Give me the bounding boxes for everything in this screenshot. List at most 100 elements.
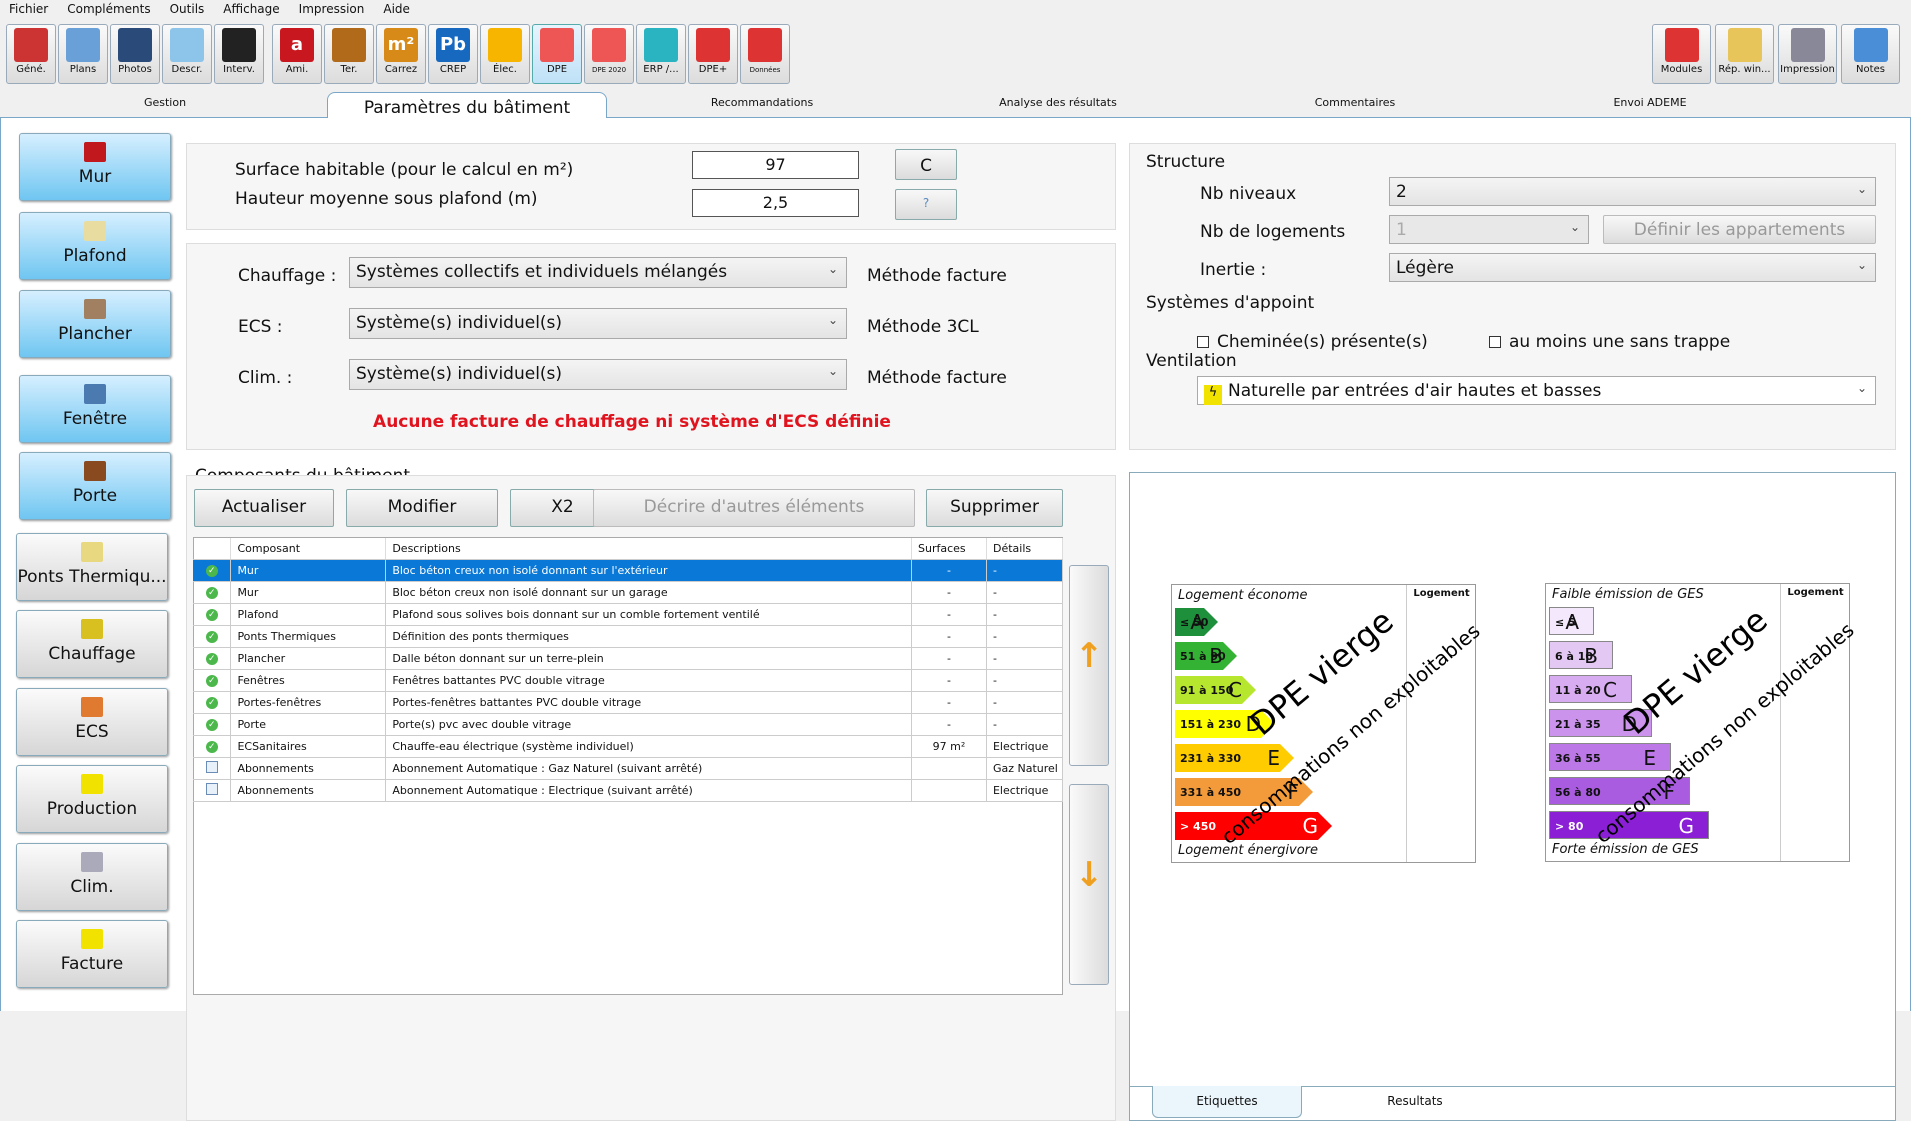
composants-table: Composant Descriptions Surfaces Détails ✓ Mu… — [193, 538, 1064, 802]
notes-icon — [1853, 28, 1888, 62]
cheminee-checkbox[interactable]: Cheminée(s) présente(s) — [1197, 332, 1428, 352]
toolbar-button-9[interactable]: Élec. — [480, 24, 530, 84]
sidebar-label: Chauffage — [48, 644, 136, 664]
toolbar-button-8[interactable]: Pb CREP — [428, 24, 478, 84]
surface-cell: - — [911, 713, 987, 736]
checkbox[interactable] — [1197, 336, 1209, 348]
toolbar-button-13[interactable]: DPE+ — [688, 24, 738, 84]
sidebar-item-1[interactable]: Plafond — [19, 212, 171, 280]
calc-button[interactable]: C — [895, 149, 957, 180]
toolbar-button-4[interactable]: Interv. — [214, 24, 264, 84]
surface-input[interactable]: 97 — [692, 151, 859, 179]
column-header[interactable]: Surfaces — [911, 538, 987, 560]
toolbar-button-12[interactable]: ERP /... — [636, 24, 686, 84]
termite-icon — [332, 28, 366, 62]
sidebar-item-5[interactable]: Ponts Thermiqu... — [16, 533, 168, 601]
sidebar-label: Plancher — [58, 324, 132, 344]
inertie-select[interactable]: Légère ⌄ — [1389, 253, 1876, 282]
table-row[interactable]: Abonnements Abonnement Automatique : Gaz … — [193, 757, 1064, 780]
tab-resultats[interactable]: Resultats — [1330, 1094, 1500, 1108]
hauteur-input[interactable]: 2,5 — [692, 189, 859, 217]
menu-1[interactable]: Compléments — [58, 0, 160, 20]
move-down-button[interactable]: ↓ — [1069, 784, 1109, 985]
menu-3[interactable]: Affichage — [214, 0, 289, 20]
class-letter: G — [1302, 814, 1318, 838]
tab-etiquettes[interactable]: Etiquettes — [1152, 1086, 1302, 1118]
toolbar-button-7[interactable]: m² Carrez — [376, 24, 426, 84]
sidebar-item-9[interactable]: Clim. — [16, 843, 168, 911]
sidebar-item-4[interactable]: Porte — [19, 452, 171, 520]
tab-3[interactable]: Analyse des résultats — [958, 96, 1158, 109]
class-letter: C — [1228, 678, 1242, 702]
composants-button-1[interactable]: Modifier — [346, 489, 498, 527]
toolbar-right-button-2[interactable]: Impression — [1778, 24, 1837, 84]
checkbox[interactable] — [1489, 336, 1501, 348]
sidebar-item-6[interactable]: Chauffage — [16, 610, 168, 678]
ventilation-select[interactable]: ϟ Naturelle par entrées d'air hautes et b… — [1197, 376, 1876, 405]
nb-niveaux-select[interactable]: 2 ⌄ — [1389, 177, 1876, 206]
column-header[interactable]: Descriptions — [385, 538, 913, 560]
toolbar-button-1[interactable]: Plans — [58, 24, 108, 84]
table-row[interactable]: ✓ ECSanitaires Chauffe-eau électrique (sys… — [193, 735, 1064, 758]
define-apartments-button[interactable]: Définir les appartements — [1603, 215, 1876, 244]
toolbar-button-5[interactable]: a Ami. — [272, 24, 322, 84]
toolbar-button-10[interactable]: DPE — [532, 24, 582, 84]
composant-cell: Abonnements — [230, 757, 387, 780]
tab-1[interactable]: Paramètres du bâtiment — [327, 92, 607, 119]
toolbar-right-button-1[interactable]: Rép. win... — [1715, 24, 1774, 84]
menu-4[interactable]: Impression — [290, 0, 375, 20]
tab-2[interactable]: Recommandations — [662, 96, 862, 109]
composants-button-3[interactable]: Décrire d'autres éléments — [593, 489, 915, 527]
sidebar-item-10[interactable]: Facture — [16, 920, 168, 988]
class-letter: E — [1643, 746, 1656, 770]
sidebar-item-0[interactable]: Mur — [19, 133, 171, 201]
toolbar-right-button-3[interactable]: Notes — [1841, 24, 1900, 84]
menu-2[interactable]: Outils — [161, 0, 215, 20]
sidebar-item-7[interactable]: ECS — [16, 688, 168, 756]
amiante-icon: a — [280, 28, 314, 62]
sidebar-label: Facture — [60, 954, 124, 974]
column-header[interactable]: Détails — [986, 538, 1064, 560]
class-letter: B — [1209, 644, 1223, 668]
table-row[interactable]: ✓ Ponts Thermiques Définition des ponts th… — [193, 625, 1064, 648]
sidebar-item-2[interactable]: Plancher — [19, 290, 171, 358]
toolbar-button-11[interactable]: DPE 2020 — [584, 24, 634, 84]
toolbar-label: Notes — [1856, 64, 1885, 75]
composants-button-0[interactable]: Actualiser — [194, 489, 334, 527]
toolbar-right-button-0[interactable]: Modules — [1652, 24, 1711, 84]
table-row[interactable]: ✓ Fenêtres Fenêtres battantes PVC double v… — [193, 669, 1064, 692]
column-header[interactable]: Composant — [230, 538, 387, 560]
table-row[interactable]: ✓ Plafond Plafond sous solives bois donnan… — [193, 603, 1064, 626]
table-row[interactable]: ✓ Plancher Dalle béton donnant sur un terr… — [193, 647, 1064, 670]
sidebar-item-3[interactable]: Fenêtre — [19, 375, 171, 443]
toolbar-label: CREP — [439, 64, 467, 75]
menu-5[interactable]: Aide — [374, 0, 420, 20]
toolbar-button-0[interactable]: Géné. — [6, 24, 56, 84]
column-header[interactable] — [193, 538, 232, 560]
system-select-1[interactable]: Système(s) individuel(s) ⌄ — [349, 308, 847, 339]
tab-4[interactable]: Commentaires — [1255, 96, 1455, 109]
toolbar-button-2[interactable]: Photos — [110, 24, 160, 84]
nb-logements-select[interactable]: 1 ⌄ — [1389, 215, 1589, 244]
move-up-button[interactable]: ↑ — [1069, 565, 1109, 766]
help-button[interactable]: ? — [895, 189, 957, 220]
class-bar-B: 6 à 10 B — [1549, 641, 1613, 669]
toolbar-button-6[interactable]: Ter. — [324, 24, 374, 84]
table-row[interactable]: ✓ Porte Porte(s) pvc avec double vitrage - - — [193, 713, 1064, 736]
class-range: > 450 — [1180, 820, 1217, 833]
table-row[interactable]: Abonnements Abonnement Automatique : Elec… — [193, 779, 1064, 802]
menu-0[interactable]: Fichier — [0, 0, 58, 20]
toolbar-button-3[interactable]: Descr. — [162, 24, 212, 84]
system-select-0[interactable]: Systèmes collectifs et individuels mélan… — [349, 257, 847, 288]
tab-5[interactable]: Envoi ADEME — [1550, 96, 1750, 109]
tab-0[interactable]: Gestion — [65, 96, 265, 109]
table-row[interactable]: ✓ Portes-fenêtres Portes-fenêtres battante… — [193, 691, 1064, 714]
composants-button-4[interactable]: Supprimer — [926, 489, 1063, 527]
table-row[interactable]: ✓ Mur Bloc béton creux non isolé donnant s… — [193, 559, 1064, 582]
system-select-2[interactable]: Système(s) individuel(s) ⌄ — [349, 359, 847, 390]
toolbar-button-14[interactable]: Données — [740, 24, 790, 84]
table-row[interactable]: ✓ Mur Bloc béton creux non isolé donnant s… — [193, 581, 1064, 604]
description-cell: Abonnement Automatique : Electrique (sui… — [385, 779, 913, 802]
sans-trappe-checkbox[interactable]: au moins une sans trappe — [1489, 332, 1730, 352]
sidebar-item-8[interactable]: Production — [16, 765, 168, 833]
